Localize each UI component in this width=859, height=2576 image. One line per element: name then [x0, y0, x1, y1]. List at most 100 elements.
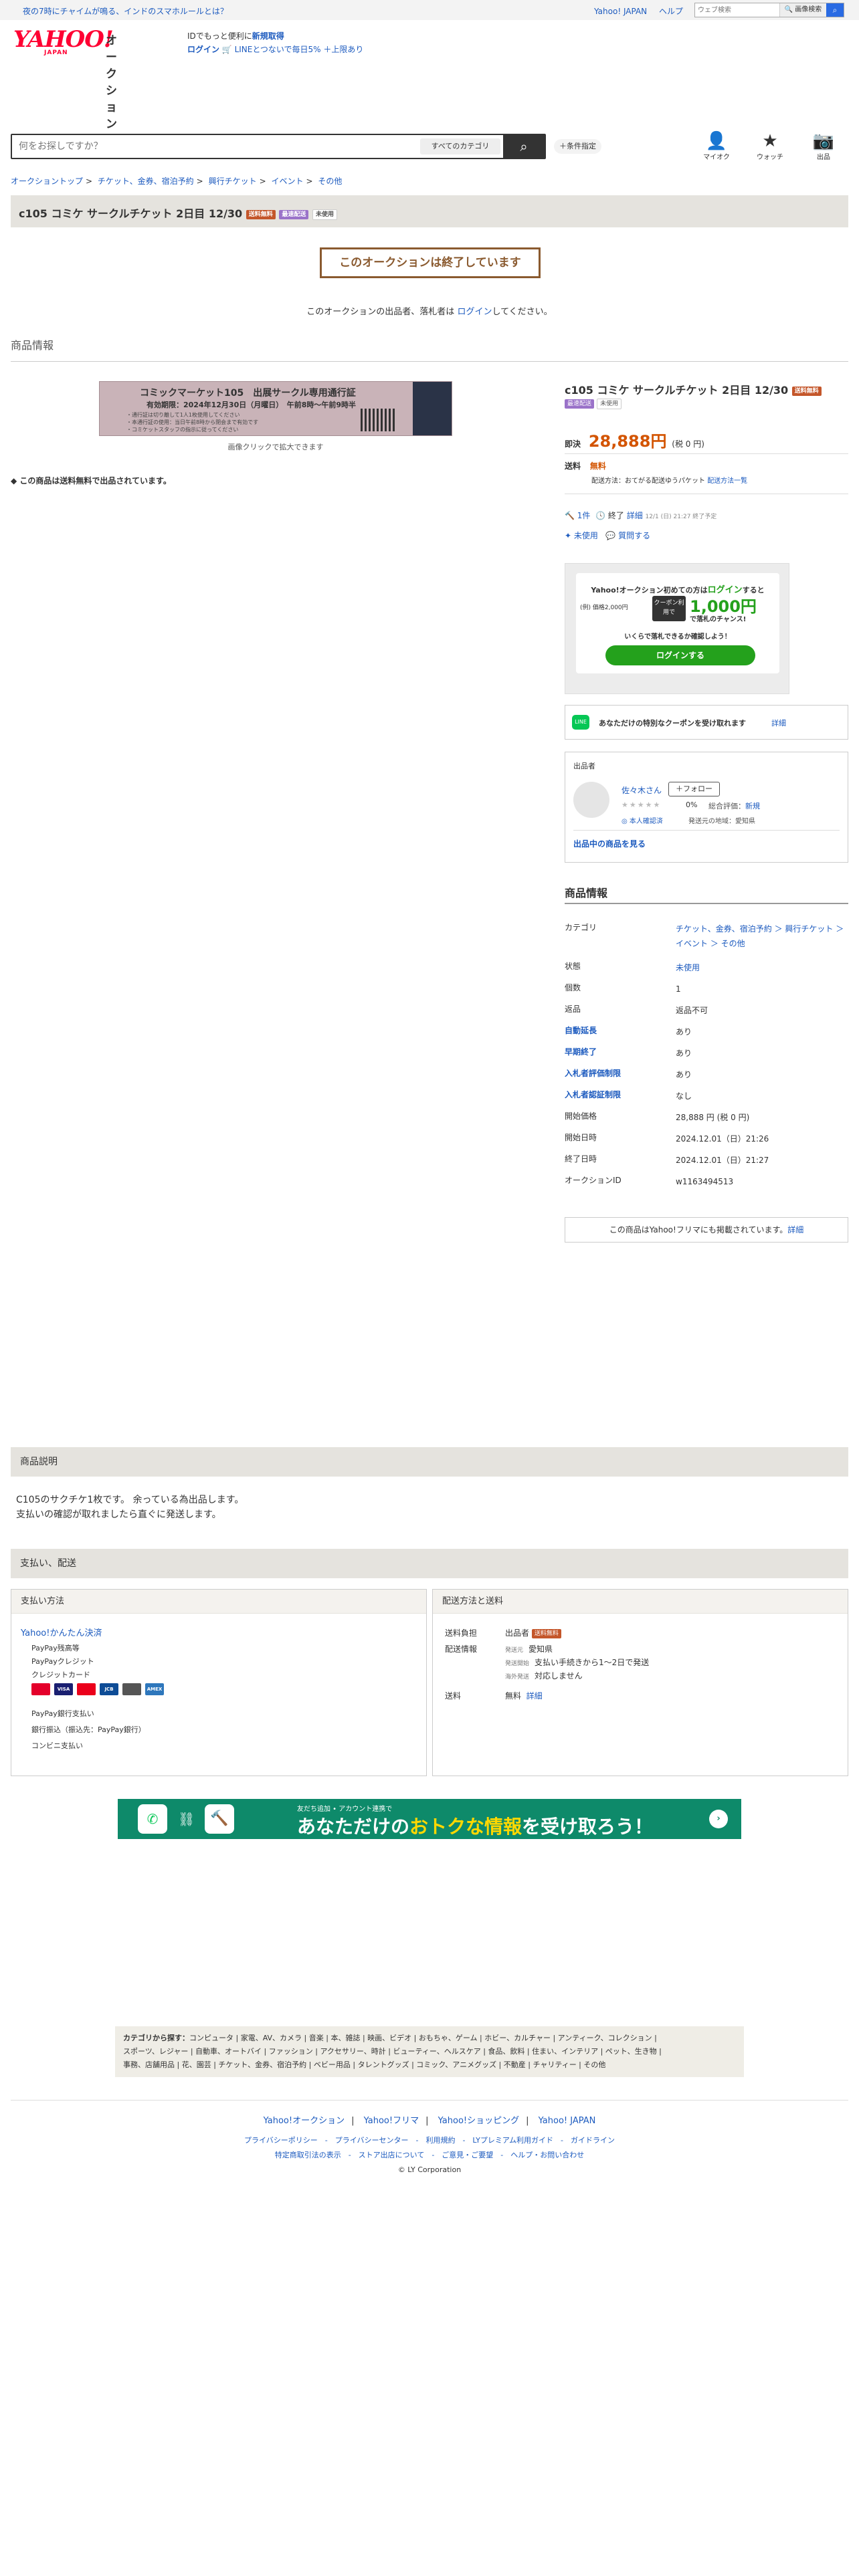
- logo-yahoo: YAHOO!: [13, 26, 114, 53]
- info-value: なし: [676, 1091, 692, 1101]
- footer-links-2[interactable]: プライバシーポリシー - プライバシーセンター - 利用規約 - LYプレミアム…: [0, 2135, 859, 2145]
- sell-label: 出品: [817, 154, 830, 161]
- diners-icon: [122, 1683, 141, 1695]
- info-key: 終了日時: [565, 1154, 597, 1164]
- ended-login-link[interactable]: ログイン: [457, 307, 492, 317]
- breadcrumb-item[interactable]: チケット、金券、宿泊予約: [98, 177, 194, 186]
- info-key-link[interactable]: 早期終了: [565, 1046, 597, 1057]
- line-coupon-detail-link[interactable]: 詳細: [771, 718, 786, 728]
- breadcrumb-item[interactable]: その他: [318, 177, 342, 186]
- login-link[interactable]: ログイン: [187, 45, 219, 54]
- category-links[interactable]: チケット、金券、宿泊予約 ＞ 興行チケット ＞ イベント ＞ その他: [676, 922, 848, 951]
- page-title: c105 コミケ サークルチケット 2日目 12/30 送料無料 最速配送 未使…: [19, 205, 337, 221]
- info-key: 開始日時: [565, 1133, 597, 1142]
- yahoo-japan-link[interactable]: Yahoo! JAPAN: [594, 7, 647, 16]
- fast-shipping-badge: 最速配送: [565, 399, 595, 409]
- search-input[interactable]: [12, 135, 417, 158]
- avatar[interactable]: [573, 782, 609, 818]
- category-links-line[interactable]: 事務、店舗用品 | 花、園芸 | チケット、金券、宿泊予約 | ベビー用品 | …: [123, 2060, 605, 2069]
- search-button[interactable]: ⌕: [503, 135, 545, 158]
- login-button[interactable]: ログインする: [605, 645, 755, 665]
- footer-main-links: Yahoo!オークション | Yahoo!フリマ | Yahoo!ショッピング | Y…: [263, 2116, 596, 2126]
- free-shipping-note-text: この商品は送料無料で出品されています。: [19, 476, 171, 486]
- bid-count[interactable]: 1件: [577, 511, 591, 520]
- info-key-link[interactable]: 入札者認証制限: [565, 1089, 621, 1100]
- info-key: 状態: [565, 962, 581, 971]
- furima-detail-link[interactable]: 詳細: [787, 1225, 803, 1235]
- clock-icon: 🕓: [595, 511, 606, 520]
- conditions-button[interactable]: ＋条件指定: [554, 139, 601, 154]
- product-info-heading: 商品情報: [565, 880, 848, 904]
- free-shipping-badge: 送料無料: [246, 209, 276, 219]
- item-image[interactable]: コミックマーケット105 出展サークル専用通行証 有効期限：2024年12月30…: [99, 381, 452, 436]
- top-bar: 夜の7時にチャイムが鳴る、インドのスマホルールとは？ Yahoo! JAPAN …: [0, 0, 859, 20]
- breadcrumb-item[interactable]: オークショントップ: [11, 177, 83, 186]
- watch-button[interactable]: ★ ウォッチ: [747, 131, 793, 161]
- condition-link[interactable]: 未使用: [574, 531, 598, 540]
- footer-link[interactable]: Yahoo!ショッピング: [438, 2116, 519, 2126]
- category-select[interactable]: すべてのカテゴリ: [420, 138, 500, 154]
- shipping-heading: 配送方法と送料: [433, 1590, 848, 1614]
- site-logo[interactable]: YAHOO! JAPAN オークション: [13, 26, 117, 131]
- promo-link[interactable]: 夜の7時にチャイムが鳴る、インドのスマホルールとは？: [23, 5, 228, 17]
- info-value: あり: [676, 1049, 692, 1058]
- info-key-link[interactable]: 入札者評価制限: [565, 1067, 621, 1079]
- auction-id: w1163494513: [676, 1177, 734, 1186]
- ended-note: このオークションの出品者、落札者は ログインしてください。: [0, 304, 859, 317]
- category-links-line[interactable]: コンピュータ | 家電、AV、カメラ | 音楽 | 本、雑誌 | 映画、ビデオ …: [189, 2034, 657, 2042]
- breadcrumb-item[interactable]: 興行チケット: [209, 177, 257, 186]
- follow-button[interactable]: ＋フォロー: [668, 782, 720, 796]
- footer-links-3[interactable]: 特定商取引法の表示 - ストア出店について - ご意見・ご要望 - ヘルプ・お問…: [0, 2149, 859, 2160]
- divider: [573, 830, 840, 831]
- description-body: C105のサクチケ1枚です。 余っている為出品します。 支払いの確認が取れました…: [16, 1493, 244, 1522]
- payment-method: PayPay残高等: [31, 1644, 80, 1652]
- line-banner[interactable]: ✆ ⛓ 🔨 友だち追加 • アカウント連携で あなただけのおトクな情報を受け取ろ…: [118, 1799, 741, 1839]
- web-search-button[interactable]: ⌕: [826, 3, 844, 17]
- condition-value[interactable]: 未使用: [676, 960, 700, 975]
- kantan-link[interactable]: Yahoo!かんたん決済: [21, 1626, 102, 1638]
- star-icon: ★: [762, 131, 778, 151]
- login-promo: Yahoo!オークション初めての方はログインすると (例) 価格2,000円 ク…: [565, 563, 789, 694]
- image-search-button[interactable]: 🔍 画像検索: [779, 3, 826, 17]
- image-zoom-note: 画像クリックで拡大できます: [227, 443, 324, 451]
- total-rating-link[interactable]: 新規: [745, 802, 760, 811]
- card-brand-icon: [31, 1683, 50, 1695]
- section-heading-info: 商品情報: [11, 338, 848, 362]
- seller-listings-link[interactable]: 出品中の商品を見る: [573, 838, 646, 849]
- ship-overseas: 対応しません: [535, 1671, 583, 1681]
- sell-button[interactable]: 📷 出品: [800, 131, 847, 161]
- question-link[interactable]: 質問する: [618, 531, 650, 540]
- info-row-category: カテゴリ チケット、金券、宿泊予約 ＞ 興行チケット ＞ イベント ＞ その他: [565, 922, 848, 951]
- ship-value: 発送元 愛知県: [505, 1643, 553, 1654]
- auction-ended-notice: このオークションは終了しています: [320, 247, 541, 278]
- breadcrumb-item[interactable]: イベント: [271, 177, 303, 186]
- line-link[interactable]: 🛒 LINEとつないで毎日5% ＋上限あり: [219, 45, 364, 54]
- ship-sub-key: 発送開始: [505, 1660, 530, 1667]
- ticket-side-pattern: [413, 382, 452, 435]
- help-link[interactable]: ヘルプ: [659, 7, 683, 16]
- footer-link[interactable]: Yahoo!オークション: [264, 2116, 345, 2126]
- line-icon: LINE: [572, 715, 589, 730]
- banner-main-text: あなただけのおトクな情報を受け取ろう！: [297, 1812, 653, 1839]
- category-links-box: カテゴリから探す：コンピュータ | 家電、AV、カメラ | 音楽 | 本、雑誌 …: [115, 2026, 744, 2077]
- status-detail-link[interactable]: 詳細: [627, 511, 643, 520]
- myauc-button[interactable]: 👤 マイオク: [693, 131, 740, 161]
- footer-link[interactable]: Yahoo!フリマ: [364, 2116, 419, 2126]
- ship-fee-detail-link[interactable]: 詳細: [527, 1691, 543, 1701]
- ticket-notes: ・通行証は切り離して1人1枚使用してください ・本通行証の使用：当日午前8時から…: [126, 411, 258, 433]
- mastercard-icon: [77, 1683, 96, 1695]
- seller-name[interactable]: 佐々木さん: [622, 784, 662, 796]
- info-key-link[interactable]: 自動延長: [565, 1025, 597, 1036]
- line-coupon-box: LINE あなただけの特別なクーポンを受け取れます 詳細: [565, 705, 848, 740]
- category-links-line[interactable]: スポーツ、レジャー | 自動車、オートバイ | ファッション | アクセサリー、…: [123, 2047, 662, 2056]
- shipping-method-link[interactable]: 配送方法一覧: [707, 477, 747, 485]
- auction-meta-2: ✦ 未使用 💬 質問する: [565, 530, 650, 541]
- register-link[interactable]: 新規取得: [252, 31, 284, 41]
- myauc-label: マイオク: [703, 154, 730, 161]
- footer-link[interactable]: Yahoo! JAPAN: [539, 2116, 596, 2126]
- ticket-title: コミックマーケット105 出展サークル専用通行証: [140, 388, 356, 399]
- unused-badge: 未使用: [312, 209, 337, 220]
- web-search-input[interactable]: [695, 3, 779, 17]
- categories-label: カテゴリから探す：: [123, 2034, 189, 2042]
- payment-method: PayPay銀行支払い: [31, 1709, 94, 1718]
